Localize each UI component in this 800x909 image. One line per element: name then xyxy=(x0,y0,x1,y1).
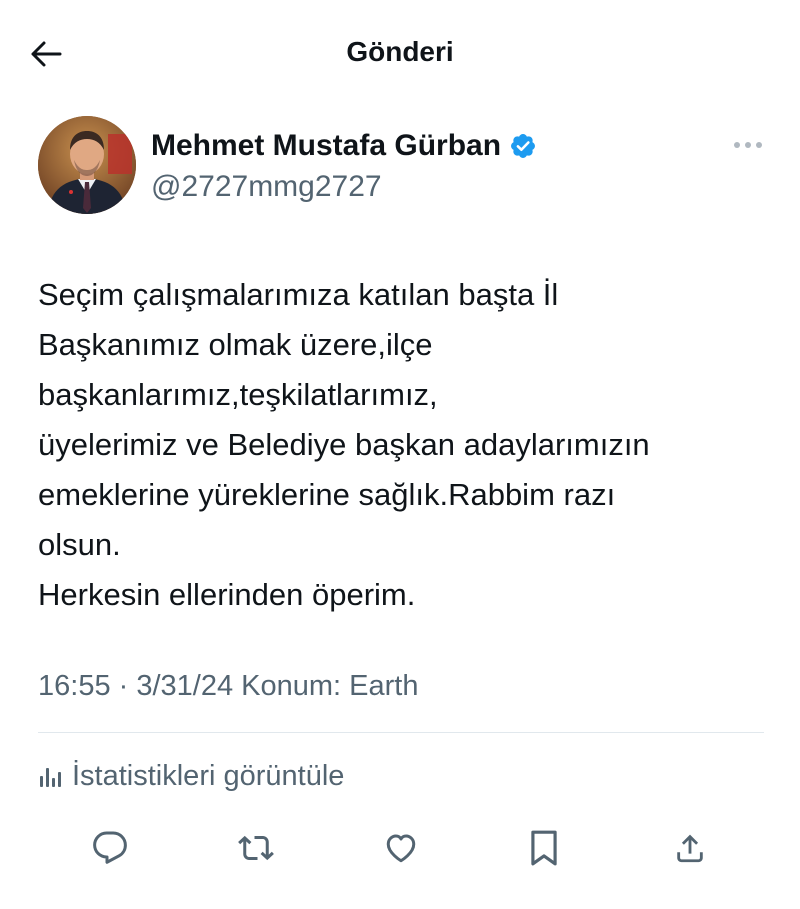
tweet-line: başkanlarımız,teşkilatlarımız, xyxy=(38,377,438,412)
avatar-image xyxy=(38,116,136,214)
bar-chart-icon xyxy=(38,763,64,789)
divider xyxy=(38,732,764,733)
page-title: Gönderi xyxy=(346,36,454,67)
bookmark-icon xyxy=(531,830,557,866)
tweet-meta: 16:55 · 3/31/24 Konum: Earth xyxy=(38,670,419,702)
author-handle[interactable]: @2727mmg2727 xyxy=(151,168,382,206)
top-bar: Gönderi xyxy=(0,0,800,104)
retweet-icon xyxy=(238,835,274,861)
author-name[interactable]: Mehmet Mustafa Gürban xyxy=(151,126,501,166)
verified-badge-icon xyxy=(509,132,537,160)
author-row: Mehmet Mustafa Gürban @2727mmg2727 xyxy=(38,116,768,216)
tweet-line: üyelerimiz ve Belediye başkan adaylarımı… xyxy=(38,427,650,462)
like-button[interactable] xyxy=(379,826,423,870)
view-stats-label: İstatistikleri görüntüle xyxy=(72,760,345,792)
avatar[interactable] xyxy=(38,116,136,214)
bookmark-button[interactable] xyxy=(522,826,566,870)
heart-icon xyxy=(386,834,416,863)
tweet-line: Herkesin ellerinden öperim. xyxy=(38,577,416,612)
share-icon xyxy=(677,834,703,863)
tweet-text: Seçim çalışmalarımıza katılan başta İl B… xyxy=(38,270,768,620)
reply-button[interactable] xyxy=(88,826,132,870)
tweet-line: Başkanımız olmak üzere,ilçe xyxy=(38,327,433,362)
reply-icon xyxy=(93,831,127,864)
view-stats-button[interactable]: İstatistikleri görüntüle xyxy=(38,756,344,796)
tweet-line: Seçim çalışmalarımıza katılan başta İl xyxy=(38,277,559,312)
more-options-button[interactable] xyxy=(728,130,768,160)
ellipsis-icon xyxy=(734,142,762,148)
retweet-button[interactable] xyxy=(234,826,278,870)
share-button[interactable] xyxy=(668,826,712,870)
tweet-line: olsun. xyxy=(38,527,121,562)
tweet-line: emeklerine yüreklerine sağlık.Rabbim raz… xyxy=(38,477,616,512)
action-bar xyxy=(0,826,800,876)
author-name-line: Mehmet Mustafa Gürban xyxy=(151,126,537,166)
